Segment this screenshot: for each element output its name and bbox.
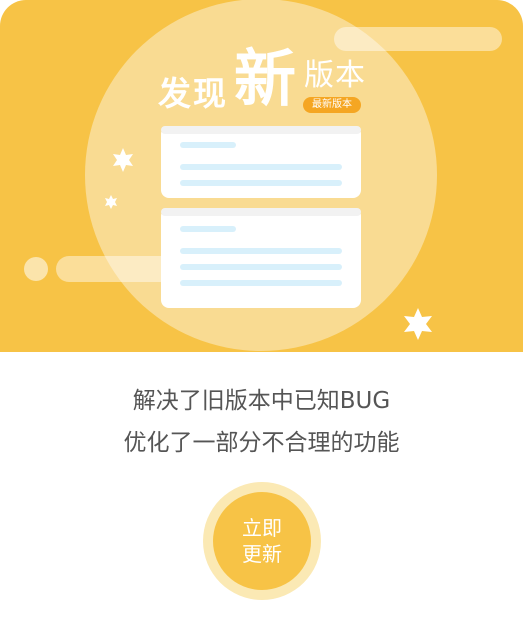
update-now-label-line1: 立即 [242,516,282,540]
update-now-label-line2: 更新 [242,542,282,566]
release-note-line: 解决了旧版本中已知BUG [132,388,391,414]
latest-version-badge: 最新版本 [303,97,361,113]
document-card-icon [161,208,361,308]
star-icon [404,308,432,340]
update-banner: 发现 新 版本 最新版本 [0,0,523,352]
update-dialog: 发现 新 版本 最新版本 解决了旧版本中已知BUG 优化了一部分不合理的功能 立… [0,0,523,626]
title-new: 新 [234,42,297,115]
release-notes: 解决了旧版本中已知BUG 优化了一部分不合理的功能 [0,380,523,464]
title-version: 版本 [304,58,366,93]
release-note-line: 优化了一部分不合理的功能 [123,430,400,456]
update-button-ring: 立即 更新 [203,482,321,600]
update-now-button[interactable]: 立即 更新 [213,492,311,590]
update-title: 发现 新 版本 最新版本 [158,44,378,120]
document-card-icon [161,126,361,198]
title-discover: 发现 [158,74,228,113]
